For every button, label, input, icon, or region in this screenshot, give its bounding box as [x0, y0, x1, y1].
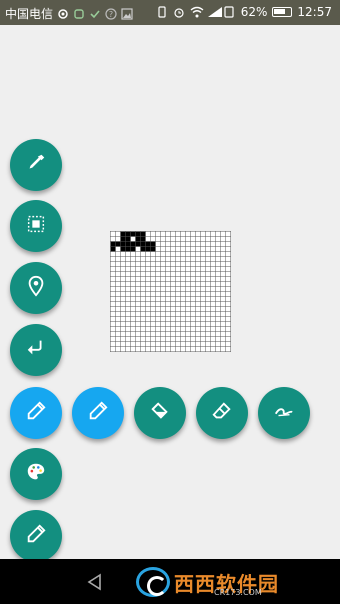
smudge-tool-button[interactable]: [258, 387, 310, 439]
filled-pixel: [140, 231, 146, 237]
filled-pixel: [150, 241, 156, 247]
filled-pixel: [135, 236, 141, 242]
wifi-icon: [190, 6, 204, 18]
watermark-logo-icon: [136, 567, 170, 597]
undo-arrow-icon: [25, 337, 47, 363]
signal-icon: [207, 6, 222, 18]
fill-tool-button[interactable]: [134, 387, 186, 439]
filled-pixel: [145, 246, 151, 252]
filled-pixel: [130, 246, 136, 252]
filled-pixel: [125, 241, 131, 247]
sim-icon: [224, 6, 236, 18]
filled-pixel: [130, 231, 136, 237]
filled-pixel: [150, 246, 156, 252]
vibrate-icon: [156, 6, 168, 18]
navigation-bar: 西西软件园 CR173.COM: [0, 559, 340, 604]
filled-pixel: [140, 246, 146, 252]
filled-pixel: [110, 246, 116, 252]
location-pin-icon: [25, 275, 47, 301]
watermark-sub: CR173.COM: [214, 588, 262, 597]
filled-pixel: [120, 241, 126, 247]
filled-pixel: [120, 246, 126, 252]
back-button[interactable]: [86, 573, 104, 595]
location-button[interactable]: [10, 262, 62, 314]
svg-text:?: ?: [109, 10, 113, 19]
eyedropper-icon: [25, 152, 47, 178]
carrier-label: 中国电信: [5, 7, 54, 21]
pencil-button[interactable]: [10, 387, 62, 439]
filled-pixel: [125, 231, 131, 237]
battery-icon: [272, 7, 293, 17]
filled-pixel: [115, 241, 121, 247]
filled-pixel: [130, 241, 136, 247]
help-icon: ?: [105, 7, 117, 20]
filled-pixel: [110, 241, 116, 247]
eraser-tool-button[interactable]: [196, 387, 248, 439]
image-icon: [121, 7, 133, 20]
filled-pixel: [140, 236, 146, 242]
check-icon: [89, 8, 101, 20]
alarm-icon: [173, 6, 185, 18]
status-bar: 中国电信 ? 62% 12:57: [0, 0, 340, 25]
filled-pixel: [125, 236, 131, 242]
undo-button[interactable]: [10, 324, 62, 376]
app-notification-icon: [73, 8, 85, 20]
filled-pixel: [135, 241, 141, 247]
filled-pixel: [140, 241, 146, 247]
palette-icon: [25, 461, 47, 487]
notification-icon: [57, 8, 69, 20]
squiggle-icon: [273, 400, 295, 426]
bucket-fill-icon: [149, 400, 171, 426]
battery-percent: 62%: [240, 5, 268, 19]
select-rect-icon: [25, 213, 47, 239]
back-triangle-icon: [87, 573, 101, 591]
filled-pixel: [120, 236, 126, 242]
filled-pixel: [135, 231, 141, 237]
pencil-icon: [25, 400, 47, 426]
select-button[interactable]: [10, 200, 62, 252]
pixel-canvas[interactable]: [110, 231, 231, 352]
filled-pixel: [145, 241, 151, 247]
eraser-icon: [211, 400, 233, 426]
pencil-tool-button[interactable]: [72, 387, 124, 439]
brush-button[interactable]: [10, 510, 62, 562]
filled-pixel: [125, 246, 131, 252]
palette-button[interactable]: [10, 448, 62, 500]
eyedropper-button[interactable]: [10, 139, 62, 191]
pixel-grid[interactable]: [110, 231, 231, 352]
pencil-icon: [87, 400, 109, 426]
filled-pixel: [120, 231, 126, 237]
clock: 12:57: [297, 5, 332, 19]
pencil-icon: [25, 523, 47, 549]
